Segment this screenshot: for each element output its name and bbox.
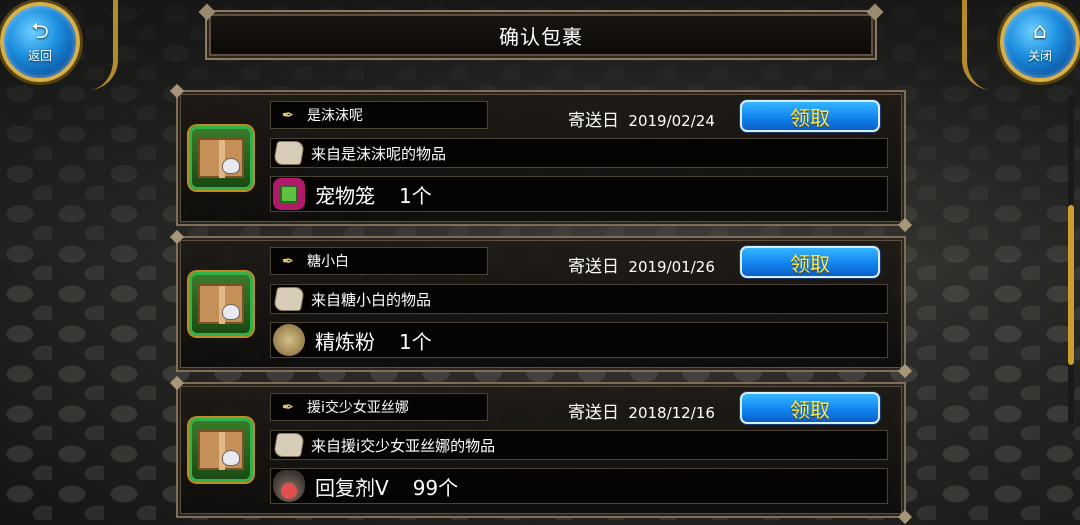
scrollbar-thumb[interactable] — [1068, 205, 1074, 365]
quill-icon: ✒ — [281, 252, 295, 270]
send-date-value: 2018/12/16 — [628, 404, 715, 422]
item-field: 回复剂Ⅴ 99个 — [270, 468, 888, 504]
description-text: 来自援i交少女亚丝娜的物品 — [311, 436, 496, 455]
description-field: 来自是沫沫呢的物品 — [270, 138, 888, 168]
description-field: 来自糖小白的物品 — [270, 284, 888, 314]
sender-name: 糖小白 — [307, 254, 349, 270]
sender-field: ✒ 援i交少女亚丝娜 — [270, 393, 488, 421]
sender-name: 是沫沫呢 — [307, 108, 363, 124]
item-field: 宠物笼 1个 — [270, 176, 888, 212]
send-date: 寄送日 2018/12/16 — [568, 398, 715, 423]
claim-button-label: 领取 — [790, 105, 830, 130]
scroll-icon — [272, 141, 306, 165]
back-button[interactable]: ⮌ 返回 — [0, 2, 80, 82]
item-name: 回复剂Ⅴ — [315, 475, 389, 500]
parcel-box-icon — [189, 418, 253, 482]
description-text: 来自是沫沫呢的物品 — [311, 144, 447, 163]
description-text: 来自糖小白的物品 — [311, 290, 432, 309]
cage-icon — [273, 178, 305, 210]
send-date-label: 寄送日 — [568, 403, 619, 423]
claim-button-label: 领取 — [790, 397, 830, 422]
title-bar: 确认包裹 — [205, 10, 877, 60]
parcel-card: ✒ 援i交少女亚丝娜 寄送日 2018/12/16 领取 来自援i交少女亚丝娜的… — [176, 382, 906, 518]
sender-field: ✒ 糖小白 — [270, 247, 488, 275]
item-quantity: 1个 — [399, 183, 432, 208]
item-name: 宠物笼 — [315, 183, 375, 208]
item-quantity: 1个 — [399, 329, 432, 354]
left-frame-ornament — [78, 0, 118, 90]
scrollbar[interactable] — [1068, 95, 1074, 425]
claim-button[interactable]: 领取 — [740, 392, 880, 424]
claim-button[interactable]: 领取 — [740, 100, 880, 132]
send-date-label: 寄送日 — [568, 111, 619, 131]
parcel-card: ✒ 是沫沫呢 寄送日 2019/02/24 领取 来自是沫沫呢的物品 宠物笼 1… — [176, 90, 906, 226]
parcel-list[interactable]: ✒ 是沫沫呢 寄送日 2019/02/24 领取 来自是沫沫呢的物品 宠物笼 1… — [0, 84, 1080, 525]
send-date-value: 2019/01/26 — [628, 258, 715, 276]
parcel-box-icon — [189, 272, 253, 336]
send-date-value: 2019/02/24 — [628, 112, 715, 130]
quill-icon: ✒ — [281, 106, 295, 124]
right-frame-ornament — [962, 0, 1002, 90]
send-date: 寄送日 2019/01/26 — [568, 252, 715, 277]
parcel-box-icon — [189, 126, 253, 190]
close-button[interactable]: ⌂ 关闭 — [1000, 2, 1080, 82]
item-field: 精炼粉 1个 — [270, 322, 888, 358]
claim-button[interactable]: 领取 — [740, 246, 880, 278]
parcel-card: ✒ 糖小白 寄送日 2019/01/26 领取 来自糖小白的物品 精炼粉 1个 — [176, 236, 906, 372]
claim-button-label: 领取 — [790, 251, 830, 276]
page-title: 确认包裹 — [499, 24, 583, 49]
description-field: 来自援i交少女亚丝娜的物品 — [270, 430, 888, 460]
back-button-label: 返回 — [27, 48, 52, 63]
home-icon: ⌂ — [1033, 18, 1047, 44]
powder-pouch-icon — [273, 324, 305, 356]
potion-flask-icon — [273, 470, 305, 502]
quill-icon: ✒ — [281, 398, 295, 416]
item-quantity: 99个 — [412, 475, 459, 500]
back-arrow-icon: ⮌ — [31, 18, 49, 44]
scroll-icon — [272, 287, 306, 311]
item-name: 精炼粉 — [315, 329, 375, 354]
scroll-icon — [272, 433, 306, 457]
sender-field: ✒ 是沫沫呢 — [270, 101, 488, 129]
sender-name: 援i交少女亚丝娜 — [307, 400, 409, 416]
send-date: 寄送日 2019/02/24 — [568, 106, 715, 131]
close-button-label: 关闭 — [1027, 48, 1052, 63]
send-date-label: 寄送日 — [568, 257, 619, 277]
